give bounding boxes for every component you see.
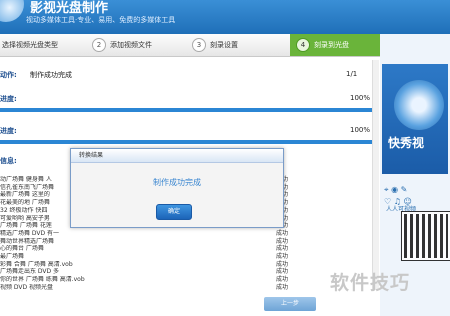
progress2-value: 100%: [350, 126, 371, 134]
qr-code: [401, 211, 450, 261]
watermark: 软件技巧: [330, 272, 411, 294]
log-line: 精选广场舞 DVD 有一: [0, 229, 60, 237]
step-label: 刻录到光盘: [314, 41, 349, 49]
prev-button[interactable]: 上一步: [264, 297, 316, 311]
status-text: 成功: [276, 229, 289, 237]
dialog-message: 制作成功完成: [153, 178, 201, 187]
progress1-label: 进度:: [0, 95, 17, 103]
step-label: 添加视频文件: [110, 41, 152, 49]
step-add-video[interactable]: 2 添加视频文件: [92, 34, 187, 56]
dialog-title: 转换结果: [71, 149, 283, 163]
step-select-type[interactable]: 选择视频光盘类型: [0, 34, 88, 56]
status-text: 成功: [276, 276, 289, 284]
app-subtitle: 视动多媒体工具·专业、易用、免费的多媒体工具: [26, 16, 176, 24]
progress1-bar: [0, 108, 372, 112]
action-count: 1/1: [346, 70, 358, 78]
progress2-bar: [0, 140, 372, 144]
log-line: 视频 DVD 视频光盘: [0, 283, 54, 291]
camera-small-icon: ◉: [391, 185, 399, 194]
log-line: 心的舞台 广场舞: [0, 245, 44, 253]
step-label: 选择视频光盘类型: [2, 41, 58, 49]
status-text: 成功: [276, 283, 289, 291]
log-line: 最广场舞: [0, 253, 25, 261]
progress2-label: 进度:: [0, 127, 17, 135]
step-burn-settings[interactable]: 3 刻录设置: [192, 34, 282, 56]
ok-button[interactable]: 确定: [156, 204, 192, 220]
wizard-steps: 选择视频光盘类型 2 添加视频文件 3 刻录设置 4 刻录到光盘: [0, 34, 386, 57]
action-label: 动作:: [0, 71, 17, 79]
step-label: 刻录设置: [210, 41, 238, 49]
chat-icon: ✎: [400, 185, 408, 194]
status-text: 成功: [276, 268, 289, 276]
log-line: 彩舞 合舞 广场舞 高清.vob: [0, 260, 73, 268]
log-line: 舞动世界精选广场舞: [0, 237, 55, 245]
log-line: 广场舞走出东 DVD 多: [0, 268, 60, 276]
step-number: 3: [192, 38, 206, 52]
ad-title: 快秀视: [388, 136, 425, 150]
step-number: 2: [92, 38, 106, 52]
app-header: 影视光盘制作 视动多媒体工具·专业、易用、免费的多媒体工具: [0, 0, 450, 34]
status-text: 成功: [276, 245, 289, 253]
app-title: 影视光盘制作: [30, 1, 109, 16]
app-logo-icon: [0, 0, 24, 22]
camera-icon: [394, 80, 444, 130]
log-scrollbar[interactable]: [372, 60, 379, 290]
step-number: 4: [296, 38, 310, 52]
action-value: 制作成功完成: [30, 71, 72, 79]
info-label: 信息:: [0, 157, 17, 165]
log-line: 你的世界 广场舞 练舞 高清.vob: [0, 276, 85, 284]
progress1-value: 100%: [350, 94, 371, 102]
status-text: 成功: [276, 253, 289, 261]
location-icon: ⌖: [384, 185, 389, 194]
ad-banner[interactable]: 快秀视: [382, 64, 448, 174]
step-burn-disc[interactable]: 4 刻录到光盘: [290, 34, 386, 56]
result-dialog: 转换结果 制作成功完成 确定: [70, 148, 284, 228]
